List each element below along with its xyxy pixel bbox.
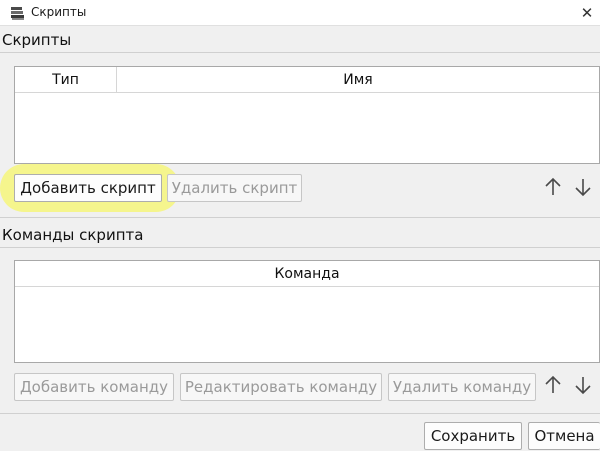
delete-command-button[interactable]: Удалить команду: [388, 373, 536, 401]
cancel-button[interactable]: Отмена: [528, 422, 600, 450]
app-stack-icon: [11, 7, 24, 20]
arrow-up-icon[interactable]: [543, 177, 563, 197]
delete-script-button[interactable]: Удалить скрипт: [167, 174, 302, 202]
arrow-down-icon[interactable]: [573, 177, 593, 197]
column-header-command[interactable]: Команда: [15, 261, 599, 287]
add-command-button[interactable]: Добавить команду: [14, 373, 174, 401]
save-button[interactable]: Сохранить: [424, 422, 522, 450]
commands-table-header: Команда: [15, 261, 599, 287]
close-icon[interactable]: ✕: [574, 0, 600, 26]
arrow-down-icon[interactable]: [573, 375, 593, 395]
title-bar: Скрипты ✕: [0, 0, 600, 26]
scripts-section-title: Скрипты: [2, 31, 72, 49]
column-header-name[interactable]: Имя: [117, 67, 599, 93]
column-header-type[interactable]: Тип: [15, 67, 116, 93]
arrow-up-icon[interactable]: [543, 375, 563, 395]
scripts-table-header: Тип Имя: [15, 67, 599, 93]
scripts-table[interactable]: Тип Имя: [14, 66, 600, 164]
add-script-button[interactable]: Добавить скрипт: [14, 174, 162, 202]
commands-table[interactable]: Команда: [14, 260, 600, 363]
window-title: Скрипты: [31, 5, 87, 19]
edit-command-button[interactable]: Редактировать команду: [180, 373, 382, 401]
commands-section-title: Команды скрипта: [2, 226, 144, 244]
